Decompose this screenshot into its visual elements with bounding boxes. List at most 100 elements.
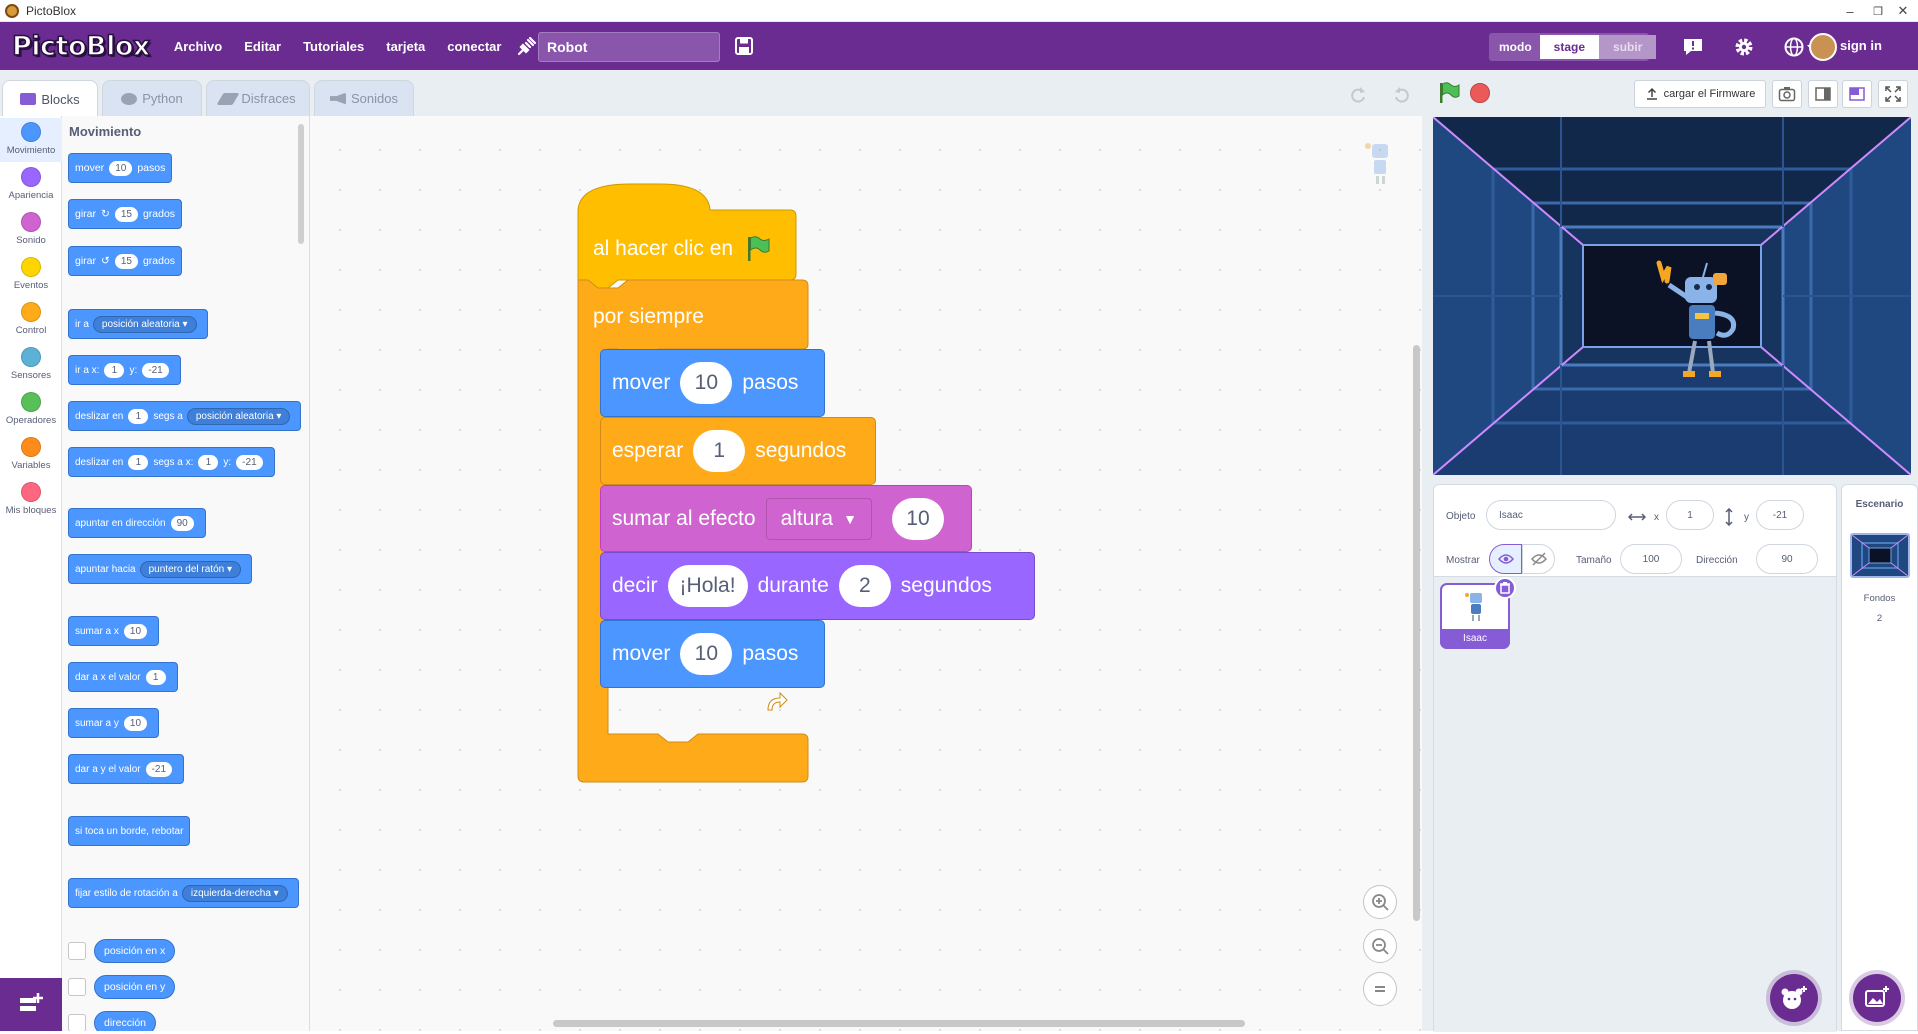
block-turn-left[interactable]: girar ↺ 15 grados xyxy=(68,246,183,276)
block-input[interactable]: 1 xyxy=(693,430,746,472)
tab-costumes[interactable]: Disfraces xyxy=(206,80,310,116)
reporter-x-position[interactable]: posición en x xyxy=(94,939,176,963)
block-bounce[interactable]: si toca un borde, rebotar xyxy=(68,816,191,846)
block-go-to-xy[interactable]: ir a x: 1 y: -21 xyxy=(68,355,181,385)
menu-tarjeta[interactable]: tarjeta xyxy=(386,39,425,54)
block-dropdown[interactable]: posición aleatoria ▾ xyxy=(186,407,291,425)
minimize-icon[interactable]: – xyxy=(1830,0,1870,22)
redo-icon[interactable] xyxy=(1348,84,1368,104)
block-dropdown[interactable]: izquierda-derecha ▾ xyxy=(181,884,288,902)
stage-selector[interactable]: Escenario Fondos 2 xyxy=(1841,484,1918,1031)
block-input[interactable]: 1 xyxy=(198,454,219,470)
camera-button[interactable] xyxy=(1772,80,1802,108)
direction-input[interactable]: 90 xyxy=(1756,544,1818,574)
block-input[interactable]: -21 xyxy=(236,454,263,470)
reporter-direction[interactable]: dirección xyxy=(94,1011,157,1031)
palette-scrollbar[interactable] xyxy=(298,124,304,244)
block-input[interactable]: 10 xyxy=(680,362,733,404)
block-input[interactable]: 90 xyxy=(170,515,194,531)
connect-plug-icon[interactable] xyxy=(515,34,539,58)
forever-block[interactable]: por siempre xyxy=(582,292,704,342)
feedback-icon[interactable] xyxy=(1682,36,1704,58)
block-input[interactable]: 10 xyxy=(109,160,133,176)
block-input[interactable]: 1 xyxy=(128,408,149,424)
category-my-blocks[interactable]: Mis bloques xyxy=(0,478,62,522)
avatar[interactable] xyxy=(1809,33,1837,61)
tab-python[interactable]: Python xyxy=(102,80,202,116)
block-rotation-style[interactable]: fijar estilo de rotación a izquierda-dere… xyxy=(68,878,299,908)
zoom-out-button[interactable] xyxy=(1363,929,1397,963)
green-flag-run-icon[interactable] xyxy=(1437,81,1461,105)
stage-canvas[interactable] xyxy=(1433,117,1911,475)
block-change-y[interactable]: sumar a y 10 xyxy=(68,708,160,738)
block-input[interactable]: 10 xyxy=(891,497,944,540)
category-sensing[interactable]: Sensores xyxy=(0,343,62,387)
restore-icon[interactable]: ❐ xyxy=(1870,0,1886,22)
menu-conectar[interactable]: conectar xyxy=(447,39,501,54)
reporter-y-position[interactable]: posición en y xyxy=(94,975,176,999)
category-looks[interactable]: Apariencia xyxy=(0,163,62,207)
block-input[interactable]: 15 xyxy=(114,253,138,269)
effect-dropdown[interactable]: altura ▼ xyxy=(765,497,872,540)
block-set-y[interactable]: dar a y el valor -21 xyxy=(68,754,185,784)
change-effect-block[interactable]: sumar al efecto altura ▼ 10 xyxy=(600,485,972,552)
block-input[interactable]: -21 xyxy=(142,362,169,378)
block-dropdown[interactable]: posición aleatoria ▾ xyxy=(92,315,197,333)
choose-sprite-button[interactable] xyxy=(1770,974,1818,1022)
block-input[interactable]: 10 xyxy=(123,623,148,639)
category-sound[interactable]: Sonido xyxy=(0,208,62,252)
category-events[interactable]: Eventos xyxy=(0,253,62,297)
x-position-input[interactable]: 1 xyxy=(1666,500,1714,530)
block-move-steps[interactable]: mover 10 pasos xyxy=(68,153,173,183)
project-name-input[interactable]: Robot xyxy=(538,32,720,62)
tab-blocks[interactable]: Blocks xyxy=(2,80,98,117)
upload-firmware-button[interactable]: cargar el Firmware xyxy=(1634,80,1766,108)
block-dropdown[interactable]: puntero del ratón ▾ xyxy=(139,560,242,578)
tab-sounds[interactable]: Sonidos xyxy=(314,80,414,116)
move-steps-block[interactable]: mover 10 pasos xyxy=(600,349,825,417)
category-variables[interactable]: Variables xyxy=(0,433,62,477)
category-motion[interactable]: Movimiento xyxy=(0,118,62,162)
hide-sprite-button[interactable] xyxy=(1522,544,1555,574)
delete-sprite-button[interactable] xyxy=(1494,577,1516,599)
menu-editar[interactable]: Editar xyxy=(244,39,281,54)
gear-icon[interactable] xyxy=(1733,36,1755,58)
block-change-x[interactable]: sumar a x 10 xyxy=(68,616,160,646)
choose-backdrop-button[interactable] xyxy=(1853,974,1901,1022)
checkbox-x-position[interactable] xyxy=(68,942,86,960)
block-input[interactable]: ¡Hola! xyxy=(667,565,748,607)
checkbox-y-position[interactable] xyxy=(68,978,86,996)
block-input[interactable]: 2 xyxy=(838,565,891,607)
menu-tutoriales[interactable]: Tutoriales xyxy=(303,39,364,54)
zoom-in-button[interactable] xyxy=(1363,885,1397,919)
category-control[interactable]: Control xyxy=(0,298,62,342)
block-input[interactable]: 10 xyxy=(680,633,733,675)
sign-in-link[interactable]: sign in xyxy=(1840,38,1882,53)
add-extension-button[interactable] xyxy=(0,978,62,1031)
y-position-input[interactable]: -21 xyxy=(1756,500,1804,530)
block-input[interactable]: 10 xyxy=(123,715,148,731)
block-point-direction[interactable]: apuntar en dirección 90 xyxy=(68,508,206,538)
block-input[interactable]: 1 xyxy=(104,362,125,378)
mode-stage-button[interactable]: stage xyxy=(1539,35,1600,59)
workspace-vertical-scrollbar[interactable] xyxy=(1413,345,1420,921)
large-stage-button[interactable] xyxy=(1842,80,1872,108)
move-steps-block[interactable]: mover 10 pasos xyxy=(600,620,825,688)
sprite-name-input[interactable]: Isaac xyxy=(1486,500,1616,530)
block-glide-to[interactable]: deslizar en 1 segs a posición aleatoria ▾ xyxy=(68,401,302,431)
workspace-horizontal-scrollbar[interactable] xyxy=(553,1020,1245,1027)
hat-when-flag-clicked[interactable]: al hacer clic en xyxy=(582,224,771,274)
show-sprite-button[interactable] xyxy=(1489,544,1522,574)
menu-archivo[interactable]: Archivo xyxy=(174,39,222,54)
save-icon[interactable] xyxy=(735,37,753,55)
block-input[interactable]: 1 xyxy=(128,454,149,470)
zoom-reset-button[interactable] xyxy=(1363,972,1397,1006)
block-set-x[interactable]: dar a x el valor 1 xyxy=(68,662,178,692)
category-operators[interactable]: Operadores xyxy=(0,388,62,432)
wait-seconds-block[interactable]: esperar 1 segundos xyxy=(600,417,876,485)
block-input[interactable]: -21 xyxy=(145,761,173,777)
close-icon[interactable]: ✕ xyxy=(1888,0,1918,22)
stop-icon[interactable] xyxy=(1469,82,1491,104)
block-input[interactable]: 1 xyxy=(145,669,166,685)
small-stage-button[interactable] xyxy=(1808,80,1838,108)
